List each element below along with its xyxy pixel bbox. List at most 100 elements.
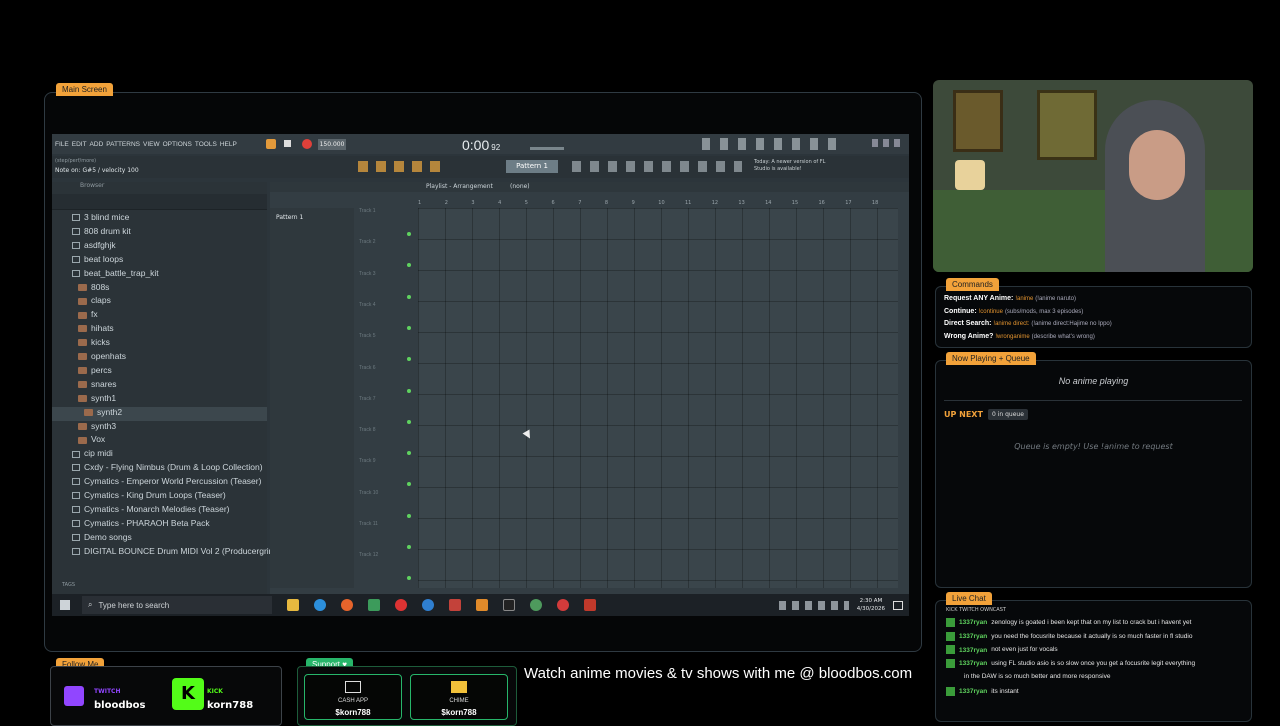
- track-mute-icon[interactable]: [407, 513, 411, 518]
- browser-item[interactable]: Cymatics - King Drum Loops (Teaser): [52, 490, 267, 504]
- toolbar-row: (step/perf/more) Note on: G#5 / velocity…: [52, 156, 909, 178]
- tempo-display[interactable]: 150.000: [318, 139, 346, 150]
- browser-item[interactable]: Cxdy - Flying Nimbus (Drum & Loop Collec…: [52, 462, 267, 476]
- browser-item[interactable]: percs: [52, 365, 267, 379]
- menu-item[interactable]: PATTERNS: [106, 141, 140, 148]
- track-header[interactable]: Track 4: [359, 302, 415, 332]
- track-header[interactable]: Track 6: [359, 365, 415, 395]
- track-mute-icon[interactable]: [407, 451, 411, 456]
- track-header[interactable]: Track 3: [359, 271, 415, 301]
- track-mute-icon[interactable]: [407, 576, 411, 581]
- play-button[interactable]: [266, 139, 276, 149]
- record-button[interactable]: [302, 139, 312, 149]
- hint-note: Note on: G#5 / velocity 100: [55, 167, 139, 174]
- browser-item[interactable]: beat_battle_trap_kit: [52, 268, 267, 282]
- menu-item[interactable]: VIEW: [143, 141, 160, 148]
- browser-item[interactable]: 3 blind mice: [52, 212, 267, 226]
- chime-card[interactable]: CHIME $korn788: [410, 674, 508, 720]
- browser-item[interactable]: cip midi: [52, 448, 267, 462]
- track-header[interactable]: Track 12: [359, 552, 415, 582]
- browser-item[interactable]: Cymatics - Monarch Melodies (Teaser): [52, 504, 267, 518]
- cashapp-icon: [345, 681, 361, 693]
- track-mute-icon[interactable]: [407, 294, 411, 299]
- browser-item[interactable]: kicks: [52, 337, 267, 351]
- chat-message: 1337ryan its instant: [946, 686, 1019, 696]
- menu-item[interactable]: EDIT: [72, 141, 87, 148]
- browser-item[interactable]: beat loops: [52, 254, 267, 268]
- browser-item[interactable]: hihats: [52, 323, 267, 337]
- browser-item[interactable]: snares: [52, 379, 267, 393]
- track-mute-icon[interactable]: [407, 325, 411, 330]
- browser-item[interactable]: fx: [52, 309, 267, 323]
- browser-item[interactable]: synth3: [52, 421, 267, 435]
- notification-icon[interactable]: [893, 600, 903, 610]
- browser-item[interactable]: claps: [52, 295, 267, 309]
- app-icon-1[interactable]: [368, 599, 380, 611]
- track-mute-icon[interactable]: [407, 388, 411, 393]
- kick-name[interactable]: korn788: [207, 700, 253, 711]
- playlist-grid[interactable]: [418, 208, 898, 588]
- browser-item[interactable]: Demo songs: [52, 532, 267, 546]
- menu-item[interactable]: TOOLS: [195, 141, 217, 148]
- menu-item[interactable]: HELP: [220, 141, 237, 148]
- track-mute-icon[interactable]: [407, 357, 411, 362]
- browser-item-label: Cymatics - Emperor World Percussion (Tea…: [84, 476, 262, 487]
- browser-item[interactable]: Cymatics - PHARAOH Beta Pack: [52, 518, 267, 532]
- chrome-icon[interactable]: [530, 599, 542, 611]
- track-header[interactable]: Track 8: [359, 427, 415, 457]
- app-icon-6[interactable]: [557, 599, 569, 611]
- windows-start-icon[interactable]: [60, 600, 70, 610]
- update-note[interactable]: Today: A newer version of FL Studio is a…: [754, 159, 834, 173]
- pattern-list-item[interactable]: Pattern 1: [276, 214, 303, 221]
- playlist-none: (none): [510, 183, 530, 190]
- stop-button[interactable]: [284, 140, 291, 147]
- fl-studio-taskbar-icon[interactable]: [584, 599, 596, 611]
- browser-item[interactable]: Cymatics - Emperor World Percussion (Tea…: [52, 476, 267, 490]
- menu-item[interactable]: ADD: [90, 141, 104, 148]
- bar-number: 7: [578, 200, 582, 206]
- browser-item[interactable]: DIGITAL BOUNCE Drum MIDI Vol 2 (Producer…: [52, 546, 281, 560]
- browser-tabs[interactable]: [52, 194, 267, 210]
- menu-item[interactable]: OPTIONS: [163, 141, 192, 148]
- twitch-name[interactable]: bloodbos: [94, 700, 145, 711]
- app-icon-5[interactable]: [476, 599, 488, 611]
- track-header[interactable]: Track 10: [359, 490, 415, 520]
- track-mute-icon[interactable]: [407, 232, 411, 236]
- track-header[interactable]: Track 2: [359, 239, 415, 269]
- track-header[interactable]: Track 1: [359, 208, 415, 238]
- pattern-selector[interactable]: Pattern 1: [506, 160, 558, 173]
- main-screen-tag: Main Screen: [56, 83, 113, 96]
- taskbar-search-input[interactable]: ⌕ Type here to search: [82, 596, 272, 614]
- tray-icons[interactable]: [778, 600, 849, 610]
- menu-item[interactable]: FILE: [55, 141, 69, 148]
- file-explorer-icon[interactable]: [287, 599, 299, 611]
- track-mute-icon[interactable]: [407, 545, 411, 549]
- bar-number: 6: [551, 200, 555, 206]
- firefox-icon[interactable]: [341, 599, 353, 611]
- cashapp-card[interactable]: CASH APP $korn788: [304, 674, 402, 720]
- window-controls[interactable]: [872, 139, 902, 147]
- browser-item[interactable]: asdfghjk: [52, 240, 267, 254]
- track-mute-icon[interactable]: [407, 263, 411, 268]
- tags-label[interactable]: TAGS: [62, 582, 75, 588]
- app-icon-3[interactable]: [422, 599, 434, 611]
- browser-item[interactable]: 808s: [52, 282, 267, 296]
- track-header[interactable]: Track 9: [359, 458, 415, 488]
- app-icon-2[interactable]: [395, 599, 407, 611]
- browser-item-label: 3 blind mice: [84, 212, 130, 222]
- edge-icon[interactable]: [314, 599, 326, 611]
- track-header[interactable]: Track 11: [359, 521, 415, 551]
- track-mute-icon[interactable]: [407, 482, 411, 487]
- track-header[interactable]: Track 7: [359, 396, 415, 426]
- terminal-icon[interactable]: [503, 599, 515, 611]
- track-header[interactable]: Track 5: [359, 333, 415, 363]
- taskbar-clock[interactable]: 2:30 AM 4/30/2026: [857, 597, 885, 613]
- browser-item[interactable]: 808 drum kit: [52, 226, 267, 240]
- now-playing-status: No anime playing: [1058, 376, 1129, 386]
- browser-item[interactable]: openhats: [52, 351, 267, 365]
- browser-item[interactable]: synth2: [52, 406, 267, 421]
- browser-item[interactable]: Vox: [52, 434, 267, 448]
- track-mute-icon[interactable]: [407, 419, 411, 424]
- app-icon-4[interactable]: [449, 599, 461, 611]
- browser-item[interactable]: synth1: [52, 393, 267, 407]
